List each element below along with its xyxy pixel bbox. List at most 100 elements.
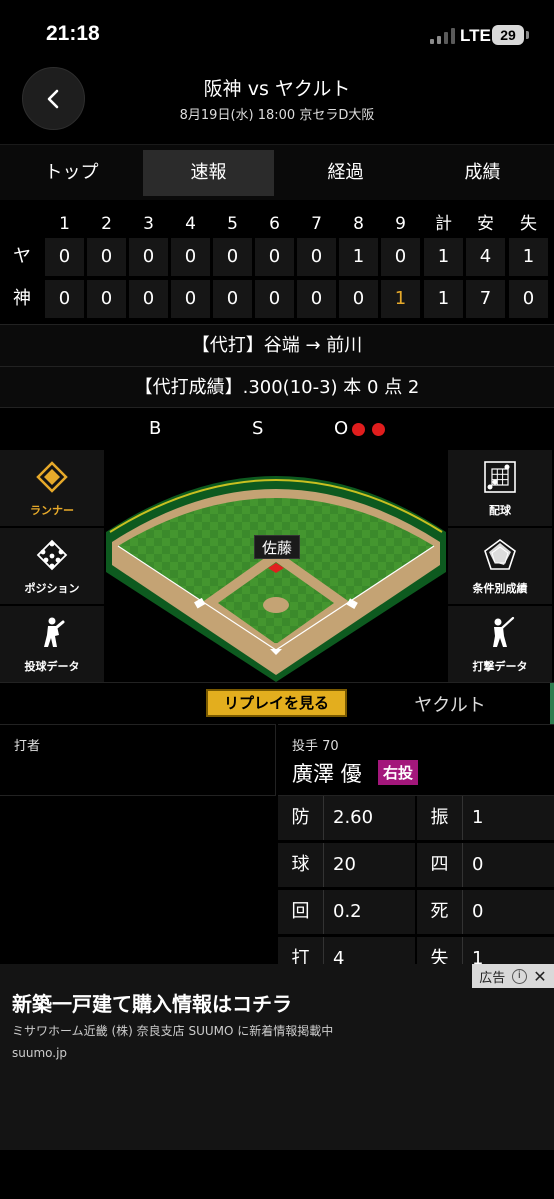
- tab-progress[interactable]: 経過: [280, 150, 411, 196]
- stat-key: 振: [417, 796, 463, 840]
- stat-cell: 死0: [417, 890, 554, 934]
- pitch-grid-icon: [484, 461, 516, 493]
- scoreboard-cell: 0: [171, 280, 210, 318]
- scoreboard-row-away: ヤ000000010141: [0, 238, 554, 280]
- scoreboard-cell: 0: [255, 280, 294, 318]
- scoreboard-cell: 1: [424, 280, 463, 318]
- scoreboard-cell: 0: [213, 238, 252, 276]
- scoreboard-cell: 0: [297, 280, 336, 318]
- batting-data-label: 打撃データ: [472, 660, 528, 673]
- scoreboard-col-header: 失: [520, 214, 537, 234]
- ad-info-icon[interactable]: i: [511, 968, 527, 984]
- tab-stats[interactable]: 成績: [417, 150, 548, 196]
- page-title: 阪神 vs ヤクルト: [203, 78, 351, 100]
- position-button[interactable]: ポジション: [0, 528, 104, 604]
- pitcher-panel[interactable]: 投手 70 廣澤 優 右投: [278, 724, 554, 796]
- out-dot: [352, 423, 365, 436]
- ad-banner[interactable]: 広告 i ✕ 新築一戸建て購入情報はコチラ ミサワホーム近畿 (株) 奈良支店 …: [0, 964, 554, 1150]
- split-stats-button[interactable]: 条件別成績: [448, 528, 552, 604]
- scoreboard-team: 神: [13, 288, 31, 309]
- scoreboard-cell: 0: [87, 238, 126, 276]
- stat-key: 回: [278, 890, 324, 934]
- stat-cell: 防 2.60: [278, 796, 415, 840]
- scoreboard-cell: 0: [255, 238, 294, 276]
- scoreboard-cell: 0: [381, 238, 420, 276]
- game-info: 8月19日(水) 18:00 京セラD大阪: [179, 108, 375, 123]
- scoreboard-cell: 0: [297, 238, 336, 276]
- strike-label: S: [252, 418, 264, 439]
- runner-diamond-icon: [36, 461, 68, 493]
- stat-value: 0: [472, 854, 484, 875]
- stat-cell: 回 0.2: [278, 890, 415, 934]
- scoreboard-col-header: 6: [269, 214, 280, 234]
- scoreboard-cell: 0: [45, 238, 84, 276]
- stat-key: 防: [278, 796, 324, 840]
- scoreboard-cell: 1: [339, 238, 378, 276]
- pitching-data-button[interactable]: 投球データ: [0, 606, 104, 682]
- network-type: LTE: [460, 26, 491, 45]
- stat-value: 0: [472, 901, 484, 922]
- stat-cell: 振1: [417, 796, 554, 840]
- count-display: B S O: [0, 407, 554, 450]
- runner-button[interactable]: ランナー: [0, 450, 104, 526]
- replay-row: リプレイを見る ヤクルト: [0, 682, 554, 725]
- stat-value: 0.2: [333, 901, 362, 922]
- replay-team-tab[interactable]: ヤクルト: [360, 691, 540, 717]
- stat-cell: 球 20: [278, 843, 415, 887]
- status-bar: 21:18 LTE 29: [0, 0, 554, 62]
- position-label: ポジション: [24, 582, 80, 595]
- ad-label: 広告: [479, 970, 506, 986]
- close-icon[interactable]: ✕: [533, 967, 546, 986]
- scoreboard-cell: 7: [466, 280, 505, 318]
- replay-button[interactable]: リプレイを見る: [206, 689, 347, 717]
- stat-value: 20: [333, 854, 356, 875]
- pitcher-name: 廣澤 優: [292, 762, 362, 786]
- pitching-data-label: 投球データ: [24, 660, 80, 673]
- scoreboard-col-header: 7: [311, 214, 322, 234]
- pitch-chart-button[interactable]: 配球: [448, 450, 552, 526]
- scoreboard-team: ヤ: [13, 246, 31, 267]
- scoreboard-col-header: 3: [143, 214, 154, 234]
- batter-label: 打者: [14, 739, 41, 754]
- pitcher-icon: [44, 617, 65, 647]
- tab-bar: トップ 速報 経過 成績: [0, 144, 554, 200]
- ball-label: B: [149, 418, 162, 439]
- scoreboard-cell: 1: [381, 280, 420, 318]
- header: 阪神 vs ヤクルト 8月19日(水) 18:00 京セラD大阪: [0, 62, 554, 144]
- player-tag[interactable]: 佐藤: [254, 535, 300, 559]
- ad-title[interactable]: 新築一戸建て購入情報はコチラ: [12, 988, 292, 1017]
- event-line: 【代打】谷端 → 前川: [0, 324, 554, 366]
- scoreboard-row-home: 神000000001170: [0, 280, 554, 322]
- pitcher-label: 投手 70: [292, 739, 339, 754]
- scoreboard-cell: 0: [339, 280, 378, 318]
- batter-icon: [493, 616, 515, 647]
- scoreboard-col-header: 4: [185, 214, 196, 234]
- batting-data-button[interactable]: 打撃データ: [448, 606, 552, 682]
- stat-key: 四: [417, 843, 463, 887]
- battery-tip: [526, 31, 529, 39]
- ad-url[interactable]: suumo.jp: [12, 1046, 67, 1060]
- scoreboard-cell: 0: [213, 280, 252, 318]
- baseball-field: [106, 450, 446, 682]
- out-label: O: [334, 418, 349, 439]
- radar-chart-icon: [484, 539, 516, 570]
- pitch-chart-label: 配球: [489, 504, 511, 517]
- scoreboard-header: 1 2 3 4 5 6 7 8 9 計 安 失: [0, 210, 554, 238]
- scoreboard-cell: 0: [129, 238, 168, 276]
- signal-icon: [430, 28, 456, 44]
- tab-live[interactable]: 速報: [143, 150, 274, 196]
- tab-top[interactable]: トップ: [6, 150, 137, 196]
- batter-panel: 打者: [0, 724, 276, 796]
- ad-badge[interactable]: 広告 i ✕: [472, 964, 554, 988]
- stat-cell: 四0: [417, 843, 554, 887]
- runner-label: ランナー: [30, 504, 74, 517]
- status-time: 21:18: [46, 22, 100, 45]
- position-icon: [36, 539, 68, 571]
- scoreboard-col-header: 9: [395, 214, 406, 234]
- scoreboard-cell: 0: [87, 280, 126, 318]
- scoreboard-cell: 0: [129, 280, 168, 318]
- team-color-bar: [550, 683, 554, 725]
- stat-value: 1: [472, 807, 484, 828]
- split-stats-label: 条件別成績: [472, 582, 528, 595]
- scoreboard: 123456789計安失 ヤ000000010141 神000000001170: [0, 210, 554, 322]
